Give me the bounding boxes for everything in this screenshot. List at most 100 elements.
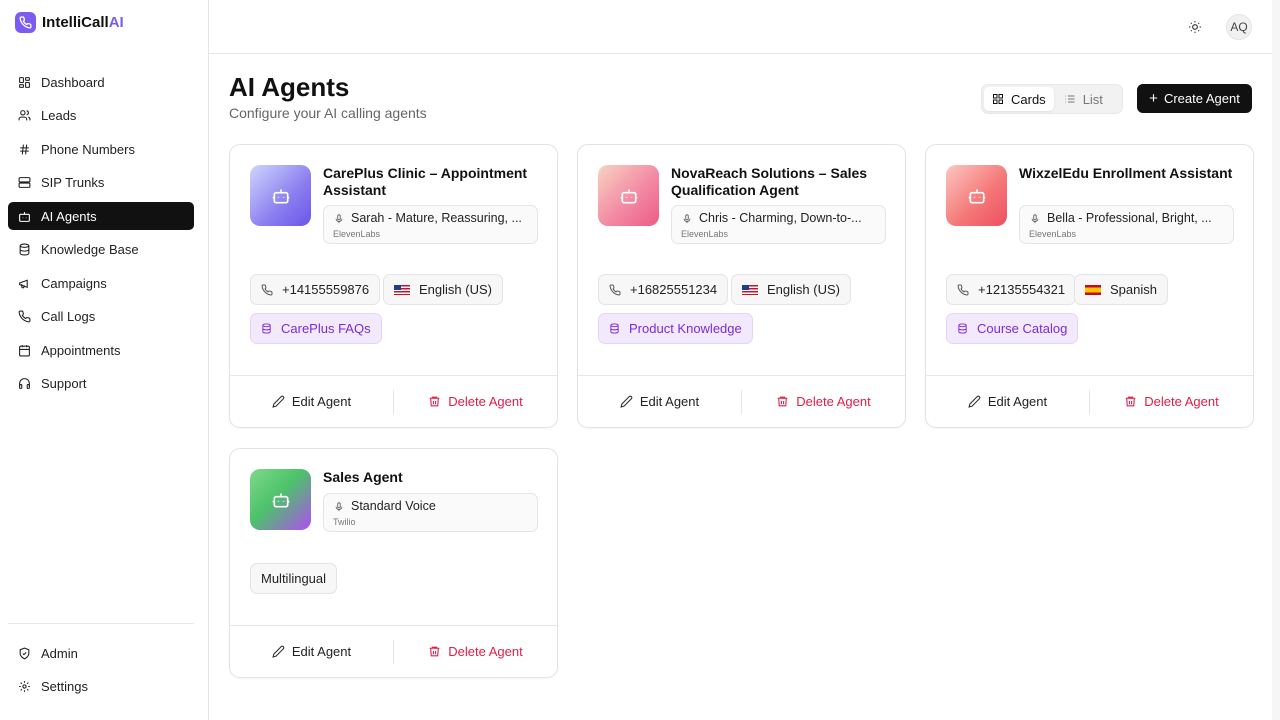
agent-card: Sales Agent Standard Voice Twilio Multil… (229, 448, 558, 678)
grid-icon (993, 94, 1003, 104)
sidebar-item-label: Call Logs (41, 309, 96, 324)
bot-icon (272, 188, 289, 203)
pencil-icon (272, 645, 285, 658)
edit-agent-button[interactable]: Edit Agent (230, 626, 393, 677)
phone-icon (609, 283, 621, 295)
agent-name: WixzelEdu Enrollment Assistant (1019, 165, 1233, 181)
avatar[interactable]: AQ (1226, 14, 1252, 40)
agent-name: CarePlus Clinic – Appointment Assistant (323, 165, 528, 198)
phone-chip: +14155559876 (250, 274, 381, 305)
knowledge-base-label: Product Knowledge (629, 321, 742, 336)
trash-icon (777, 396, 788, 407)
cards-view-button[interactable]: Cards (984, 87, 1054, 111)
sidebar-item-label: SIP Trunks (41, 175, 105, 190)
scrollbar[interactable] (1272, 0, 1280, 720)
edit-agent-button[interactable]: Edit Agent (926, 376, 1089, 427)
agent-card: WixzelEdu Enrollment Assistant Bella - P… (925, 144, 1254, 428)
edit-agent-button[interactable]: Edit Agent (230, 376, 393, 427)
edit-agent-label: Edit Agent (291, 644, 352, 659)
list-view-label: List (1082, 91, 1103, 107)
language-chip: English (US) (731, 274, 851, 305)
voice-provider: ElevenLabs (1029, 229, 1077, 239)
bot-icon (620, 188, 637, 203)
megaphone-icon (18, 277, 31, 290)
create-agent-button[interactable]: + Create Agent (1137, 84, 1252, 113)
card-actions: Edit Agent Delete Agent (926, 375, 1253, 427)
users-icon (18, 109, 31, 122)
app-logo[interactable]: IntelliCallAI (15, 12, 124, 33)
voice-provider: ElevenLabs (681, 229, 729, 239)
knowledge-base-label: Course Catalog (977, 321, 1068, 336)
database-icon (610, 323, 619, 334)
sidebar-item-label: Campaigns (41, 275, 107, 291)
language-label: Spanish (1110, 282, 1157, 297)
bot-icon (272, 492, 289, 507)
phone-chip: +12135554321 (946, 274, 1077, 305)
language-label: Multilingual (261, 571, 327, 586)
voice-selector[interactable]: Standard Voice Twilio (323, 493, 538, 532)
phone-icon (18, 310, 31, 323)
create-agent-label: Create Agent (1163, 91, 1240, 106)
sidebar-item-call-logs[interactable]: Call Logs (8, 303, 194, 331)
delete-agent-button[interactable]: Delete Agent (394, 626, 557, 677)
sidebar-item-leads[interactable]: Leads (8, 102, 194, 130)
voice-name: Standard Voice (351, 499, 436, 513)
bot-icon (18, 210, 31, 223)
phone-number: +14155559876 (282, 282, 370, 297)
sidebar-item-dashboard[interactable]: Dashboard (8, 68, 194, 96)
language-label: English (US) (419, 282, 492, 297)
grid-icon (18, 76, 31, 89)
phone-icon (261, 283, 273, 295)
agent-avatar (598, 165, 659, 226)
voice-selector[interactable]: Bella - Professional, Bright, ... Eleven… (1019, 205, 1234, 244)
language-chip: Spanish (1074, 274, 1168, 305)
language-chip: English (US) (383, 274, 503, 305)
phone-number: +12135554321 (978, 282, 1066, 297)
sidebar-item-support[interactable]: Support (8, 370, 194, 398)
trash-icon (429, 646, 440, 657)
delete-agent-button[interactable]: Delete Agent (1090, 376, 1253, 427)
edit-agent-button[interactable]: Edit Agent (578, 376, 741, 427)
sidebar-item-phone-numbers[interactable]: Phone Numbers (8, 135, 194, 163)
sidebar-item-label: Dashboard (41, 74, 105, 90)
voice-selector[interactable]: Sarah - Mature, Reassuring, ... ElevenLa… (323, 205, 538, 244)
delete-agent-button[interactable]: Delete Agent (742, 376, 905, 427)
sidebar-item-ai-agents[interactable]: AI Agents (8, 202, 194, 230)
sidebar-item-sip-trunks[interactable]: SIP Trunks (8, 169, 194, 197)
knowledge-base-chip[interactable]: Product Knowledge (598, 313, 753, 344)
voice-selector[interactable]: Chris - Charming, Down-to-... ElevenLabs (671, 205, 886, 244)
agent-name: NovaReach Solutions – Sales Qualificatio… (671, 165, 868, 198)
sun-icon[interactable] (1185, 17, 1205, 37)
knowledge-base-label: CarePlus FAQs (281, 321, 371, 336)
plus-icon: + (1149, 90, 1158, 107)
sidebar-item-campaigns[interactable]: Campaigns (8, 269, 194, 297)
delete-agent-label: Delete Agent (448, 394, 523, 409)
voice-provider: Twilio (333, 517, 356, 527)
sidebar-item-appointments[interactable]: Appointments (8, 336, 194, 364)
sidebar-item-admin[interactable]: Admin (8, 639, 194, 667)
sidebar-bottom-nav: Admin Settings (8, 623, 194, 706)
sidebar-item-label: Support (41, 376, 87, 391)
card-actions: Edit Agent Delete Agent (578, 375, 905, 427)
trash-icon (1125, 396, 1136, 407)
voice-name: Sarah - Mature, Reassuring, ... (351, 211, 522, 225)
sidebar-item-label: Knowledge Base (41, 242, 139, 257)
sidebar-item-knowledge-base[interactable]: Knowledge Base (8, 236, 194, 264)
phone-chip: +16825551234 (598, 274, 729, 305)
database-icon (262, 323, 271, 334)
page-subtitle: Configure your AI calling agents (229, 105, 427, 121)
knowledge-base-chip[interactable]: CarePlus FAQs (250, 313, 382, 344)
server-icon (18, 176, 31, 189)
edit-agent-label: Edit Agent (987, 394, 1048, 409)
edit-agent-label: Edit Agent (639, 394, 700, 409)
phone-number: +16825551234 (630, 282, 718, 297)
phone-logo-icon (15, 12, 36, 33)
delete-agent-button[interactable]: Delete Agent (394, 376, 557, 427)
list-view-button[interactable]: List (1056, 87, 1111, 111)
sidebar-item-label: Leads (41, 108, 77, 123)
sidebar-item-settings[interactable]: Settings (8, 673, 194, 701)
list-icon (1065, 95, 1075, 103)
sidebar-item-label: Admin (41, 645, 78, 661)
pencil-icon (272, 395, 285, 408)
knowledge-base-chip[interactable]: Course Catalog (946, 313, 1079, 344)
